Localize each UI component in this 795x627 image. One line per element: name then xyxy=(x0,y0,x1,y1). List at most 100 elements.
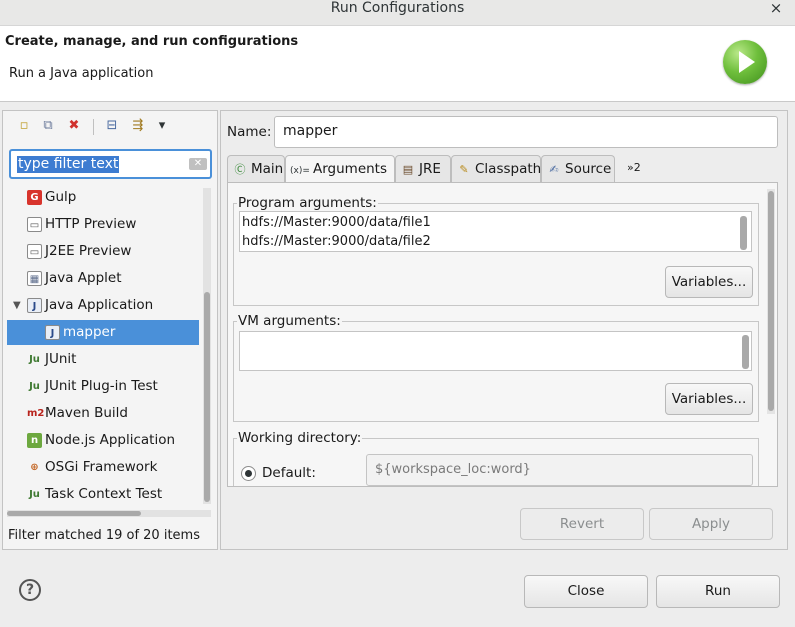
tree-item[interactable]: ▭ HTTP Preview xyxy=(7,212,199,237)
name-label: Name: xyxy=(227,124,272,140)
arguments-tab-content: Program arguments: hdfs://Master:9000/da… xyxy=(227,182,778,487)
tab-main-icon: Ⓒ xyxy=(234,163,246,176)
tree-item-label: HTTP Preview xyxy=(45,216,137,232)
tree-item-label: Gulp xyxy=(45,189,77,205)
tree-item[interactable]: Ju JUnit Plug-in Test xyxy=(7,374,199,399)
tree-item[interactable]: Jmapper xyxy=(7,320,199,345)
configuration-type-icon: Ju xyxy=(29,354,40,365)
tree-item[interactable]: ▭ J2EE Preview xyxy=(7,239,199,264)
help-icon[interactable]: ? xyxy=(19,579,41,601)
close-button[interactable]: Close xyxy=(524,575,648,608)
revert-button[interactable]: Revert xyxy=(520,508,644,540)
duplicate-icon[interactable]: ⧉ xyxy=(39,117,57,135)
tab-label: Arguments xyxy=(313,161,388,177)
tab-bar: ✍ Source ✎ Classpath ▤ JRE (x)= Arguments Ⓒ Main … xyxy=(227,155,778,184)
new-configuration-icon[interactable]: ▫ xyxy=(15,117,33,135)
tab-label: Main xyxy=(251,161,284,177)
default-label: Default: xyxy=(262,465,316,481)
program-arguments-textarea[interactable]: hdfs://Master:9000/data/file1 hdfs://Mas… xyxy=(239,211,752,252)
working-directory-group: Working directory: Default: ${workspace_… xyxy=(233,430,759,486)
window-title: Run Configurations xyxy=(330,0,465,16)
tree-item[interactable]: ▦ Java Applet xyxy=(7,266,199,291)
program-arguments-scrollbar[interactable] xyxy=(740,216,747,250)
configuration-type-icon: Ju xyxy=(29,489,40,500)
configuration-type-icon: m2 xyxy=(27,408,45,419)
tree-item[interactable]: n Node.js Application xyxy=(7,428,199,453)
tree-item-label: Node.js Application xyxy=(45,432,176,448)
configuration-type-icon: J xyxy=(27,298,42,313)
program-arguments-group: Program arguments: hdfs://Master:9000/da… xyxy=(233,195,759,306)
tree-item[interactable]: ▼ J Java Application xyxy=(7,293,199,318)
tab-vertical-scrollbar[interactable] xyxy=(767,189,775,414)
vm-arguments-scrollbar[interactable] xyxy=(742,335,749,369)
tree-item-label: mapper xyxy=(63,324,116,340)
apply-button[interactable]: Apply xyxy=(649,508,773,540)
name-input[interactable]: mapper xyxy=(274,116,778,148)
collapse-all-icon[interactable]: ⊟ xyxy=(103,117,121,135)
configuration-tree: G Gulp ▭ HTTP Preview ▭ J2EE Preview ▦ Java App… xyxy=(7,185,201,507)
title-bar: Run Configurations × xyxy=(0,0,795,26)
tree-item[interactable]: G Gulp xyxy=(7,185,199,210)
tree-item-label: Java Application xyxy=(45,297,154,313)
tree-item[interactable]: Ju Task Context Test xyxy=(7,482,199,507)
tree-item-label: OSGi Framework xyxy=(45,459,158,475)
tab-arguments-icon: (x)= xyxy=(290,166,310,176)
tab-label: Classpath xyxy=(475,161,542,177)
configuration-toolbar: ▫ ⧉ ✖ ⊟ ⇶ ▾ xyxy=(9,111,209,141)
filter-icon[interactable]: ⇶ xyxy=(129,117,147,135)
delete-icon[interactable]: ✖ xyxy=(65,117,83,135)
filter-input[interactable]: type filter text ✕ xyxy=(9,149,212,179)
configuration-list-panel: ▫ ⧉ ✖ ⊟ ⇶ ▾ type filter text ✕ G Gulp ▭ HTTP Pre… xyxy=(2,110,218,550)
clear-filter-icon[interactable]: ✕ xyxy=(189,158,207,170)
working-directory-input[interactable]: ${workspace_loc:word} xyxy=(366,454,753,486)
program-arguments-label: Program arguments: xyxy=(237,195,378,211)
configuration-type-icon: J xyxy=(45,325,60,340)
tree-item-label: J2EE Preview xyxy=(45,243,132,259)
vm-arguments-textarea[interactable] xyxy=(239,331,752,371)
configuration-type-icon: Ju xyxy=(29,381,40,392)
expand-arrow-icon[interactable]: ▼ xyxy=(13,293,21,318)
tab-source-icon: ✍ xyxy=(549,163,559,176)
tab-main[interactable]: Ⓒ Main xyxy=(227,155,285,183)
program-argument-line: hdfs://Master:9000/data/file1 xyxy=(242,215,431,230)
toolbar-separator xyxy=(93,119,94,135)
dropdown-icon[interactable]: ▾ xyxy=(153,117,171,135)
tab-jre[interactable]: ▤ JRE xyxy=(395,155,451,183)
tab-arguments[interactable]: (x)= Arguments xyxy=(285,155,395,184)
more-tabs-chevron[interactable]: »2 xyxy=(627,161,641,174)
configuration-type-icon: ▭ xyxy=(27,217,42,232)
tab-classpath[interactable]: ✎ Classpath xyxy=(451,155,541,183)
header-title: Create, manage, and run configurations xyxy=(5,34,299,49)
tree-item[interactable]: ⊕ OSGi Framework xyxy=(7,455,199,480)
run-button[interactable]: Run xyxy=(656,575,780,608)
configuration-type-icon: ▭ xyxy=(27,244,42,259)
filter-input-text: type filter text xyxy=(17,156,120,173)
default-radio[interactable] xyxy=(241,466,256,481)
tree-item-label: JUnit Plug-in Test xyxy=(45,378,158,394)
vm-arguments-label: VM arguments: xyxy=(237,313,342,329)
tab-classpath-icon: ✎ xyxy=(459,163,469,176)
tab-source[interactable]: ✍ Source xyxy=(541,155,615,183)
header-subtitle: Run a Java application xyxy=(9,66,154,81)
tree-item-label: Java Applet xyxy=(45,270,122,286)
tree-horizontal-scrollbar[interactable] xyxy=(7,510,211,517)
tab-jre-icon: ▤ xyxy=(402,163,414,176)
tree-item-label: Task Context Test xyxy=(45,486,163,502)
dialog-header: Create, manage, and run configurations R… xyxy=(0,26,795,102)
tree-item[interactable]: m2 Maven Build xyxy=(7,401,199,426)
working-directory-label: Working directory: xyxy=(237,430,363,446)
configuration-type-icon: ⊕ xyxy=(30,462,39,473)
tab-label: JRE xyxy=(419,161,441,177)
vm-variables-button[interactable]: Variables... xyxy=(665,383,753,415)
configuration-type-icon: ▦ xyxy=(27,271,42,286)
tab-label: Source xyxy=(565,161,612,177)
run-icon xyxy=(723,40,767,84)
tree-item[interactable]: Ju JUnit xyxy=(7,347,199,372)
tree-vertical-scrollbar[interactable] xyxy=(203,188,211,504)
configuration-type-icon: G xyxy=(27,190,42,205)
tree-item-label: JUnit xyxy=(45,351,77,367)
program-variables-button[interactable]: Variables... xyxy=(665,266,753,298)
close-window-icon[interactable]: × xyxy=(766,0,786,18)
configuration-type-icon: n xyxy=(27,433,42,448)
configuration-editor-panel: Name: mapper ✍ Source ✎ Classpath ▤ JRE (x)= Ar… xyxy=(220,110,788,550)
